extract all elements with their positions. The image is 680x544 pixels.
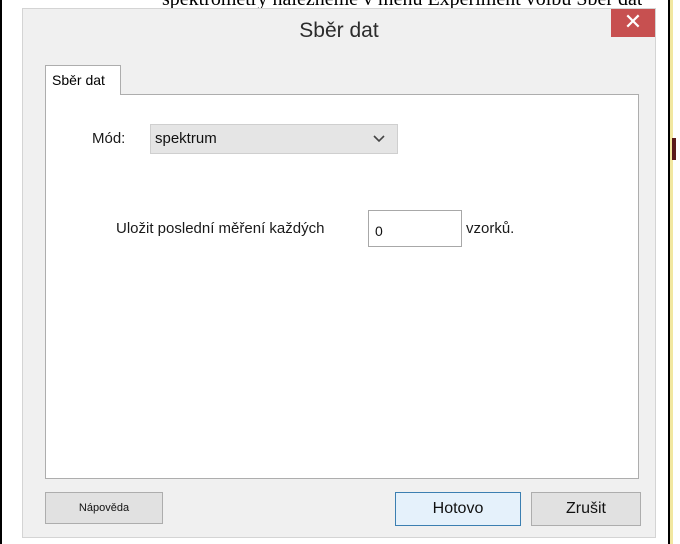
mode-dropdown[interactable]: spektrum xyxy=(150,124,398,154)
tab-data-collection[interactable]: Sběr dat xyxy=(45,65,121,95)
help-button[interactable]: Nápověda xyxy=(45,492,163,524)
dialog-titlebar[interactable]: Sběr dat ✕ xyxy=(23,9,655,53)
samples-unit-label: vzorků. xyxy=(466,220,515,237)
cancel-button[interactable]: Zrušit xyxy=(531,492,641,526)
close-button[interactable]: ✕ xyxy=(611,9,655,37)
samples-input[interactable] xyxy=(368,210,462,247)
background-window-mark xyxy=(672,138,676,160)
dialog-title: Sběr dat xyxy=(299,19,379,42)
mode-selected-value: spektrum xyxy=(155,130,217,147)
tab-label: Sběr dat xyxy=(52,72,105,88)
chevron-down-icon xyxy=(373,135,385,143)
save-interval-label: Uložit poslední měření každých xyxy=(116,220,325,237)
mode-label: Mód: xyxy=(92,130,126,147)
tab-panel: Mód: spektrum Uložit poslední měření kaž… xyxy=(45,94,639,479)
data-collection-dialog: Sběr dat ✕ Sběr dat Mód: spektrum Uložit… xyxy=(22,8,656,538)
done-button[interactable]: Hotovo xyxy=(395,492,521,526)
close-icon: ✕ xyxy=(623,9,643,34)
background-window-edge xyxy=(670,0,673,544)
